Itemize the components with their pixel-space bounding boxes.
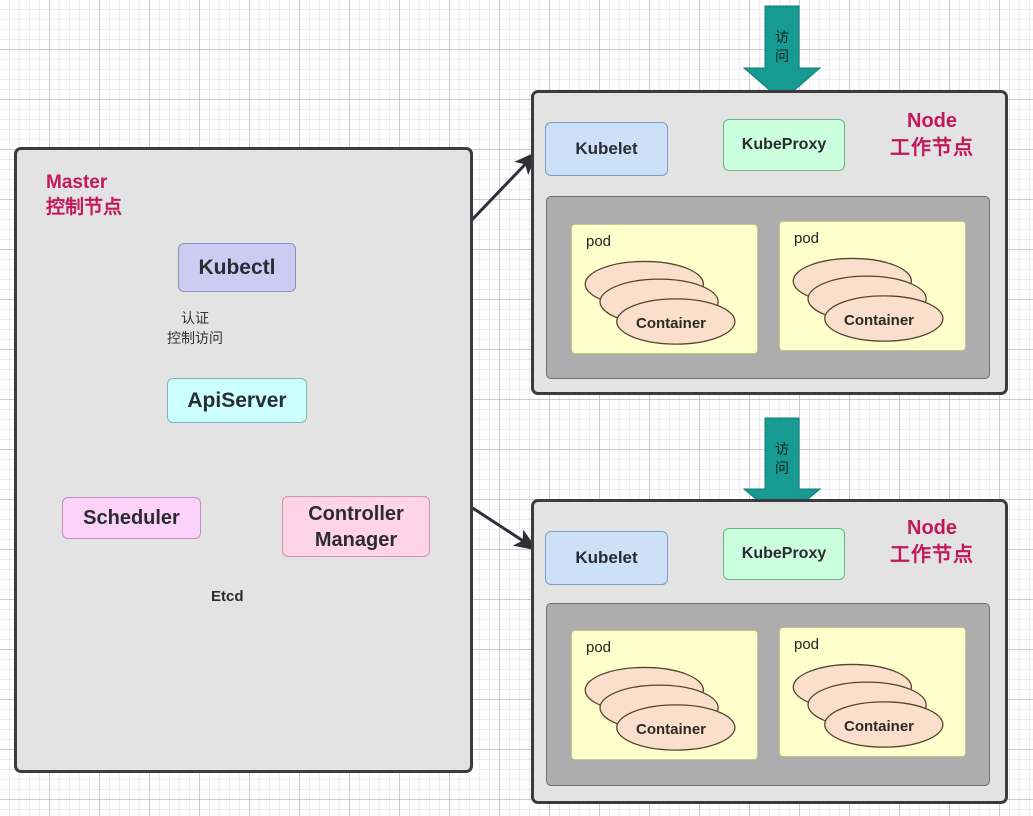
auth-edge-line2: 控制访问: [167, 330, 223, 346]
diagram-canvas: Master 控制节点 Kubectl 认证 控制访问 ApiServer Sc…: [0, 0, 1033, 816]
scheduler-label: Scheduler: [83, 506, 180, 529]
node-2-title-cn: 工作节点: [890, 544, 974, 566]
node-2-access-char2: 问: [775, 460, 789, 476]
master-panel: [14, 147, 473, 773]
controller-manager-line1: Controller: [308, 502, 404, 525]
node-1-pod-1[interactable]: pod Container: [571, 224, 758, 354]
node-1-title: Node 工作节点: [876, 108, 988, 162]
node-2-kubelet-box[interactable]: Kubelet: [545, 531, 668, 585]
scheduler-box[interactable]: Scheduler: [62, 497, 201, 539]
node-2-kubeproxy-label: KubeProxy: [741, 545, 827, 562]
node-1-pod-1-container-label: Container: [636, 315, 707, 332]
node-1-kubeproxy-label: KubeProxy: [741, 136, 827, 153]
node-2-pod-2[interactable]: pod Container: [779, 627, 966, 757]
auth-edge-line1: 认证: [181, 310, 209, 326]
node-1-title-en: Node: [907, 110, 957, 132]
node-1-pod-2[interactable]: pod Container: [779, 221, 966, 351]
apiserver-label: ApiServer: [187, 388, 287, 412]
etcd-label-text: Etcd: [211, 588, 244, 605]
apiserver-box[interactable]: ApiServer: [167, 378, 307, 423]
node-2-kubelet-label: Kubelet: [575, 548, 638, 567]
node-1-kubelet-box[interactable]: Kubelet: [545, 122, 668, 176]
node-2-access-char1: 访: [775, 441, 789, 457]
etcd-label: Etcd: [211, 588, 244, 605]
master-title: Master 控制节点: [46, 170, 122, 220]
node-1-kubelet-label: Kubelet: [575, 139, 638, 158]
node-2-access-label: 访 问: [773, 440, 791, 478]
node-2-title-en: Node: [907, 517, 957, 539]
node-2-title: Node 工作节点: [876, 515, 988, 569]
auth-edge-label: 认证 控制访问: [150, 308, 240, 348]
controller-manager-box[interactable]: Controller Manager: [282, 496, 430, 557]
node-1-access-char2: 问: [775, 48, 789, 64]
kubectl-label: Kubectl: [198, 255, 276, 279]
node-1-kubeproxy-box[interactable]: KubeProxy: [723, 119, 845, 171]
node-1-title-cn: 工作节点: [890, 137, 974, 159]
node-1-access-char1: 访: [775, 29, 789, 45]
node-1-access-label: 访 问: [773, 28, 791, 66]
node-2-pod-1-label: pod: [586, 639, 612, 656]
master-title-en: Master: [46, 172, 108, 193]
node-2-pod-2-label: pod: [794, 636, 820, 653]
node-1-pod-2-container-label: Container: [844, 312, 915, 329]
node-2-pod-2-container-label: Container: [844, 718, 915, 735]
master-title-cn: 控制节点: [46, 197, 123, 218]
kubectl-box[interactable]: Kubectl: [178, 243, 296, 292]
node-2-pod-1-container-label: Container: [636, 721, 707, 738]
node-1-pod-2-label: pod: [794, 230, 820, 247]
node-1-pod-1-label: pod: [586, 233, 612, 250]
node-2-kubeproxy-box[interactable]: KubeProxy: [723, 528, 845, 580]
controller-manager-line2: Manager: [314, 528, 398, 551]
node-2-pod-1[interactable]: pod Container: [571, 630, 758, 760]
